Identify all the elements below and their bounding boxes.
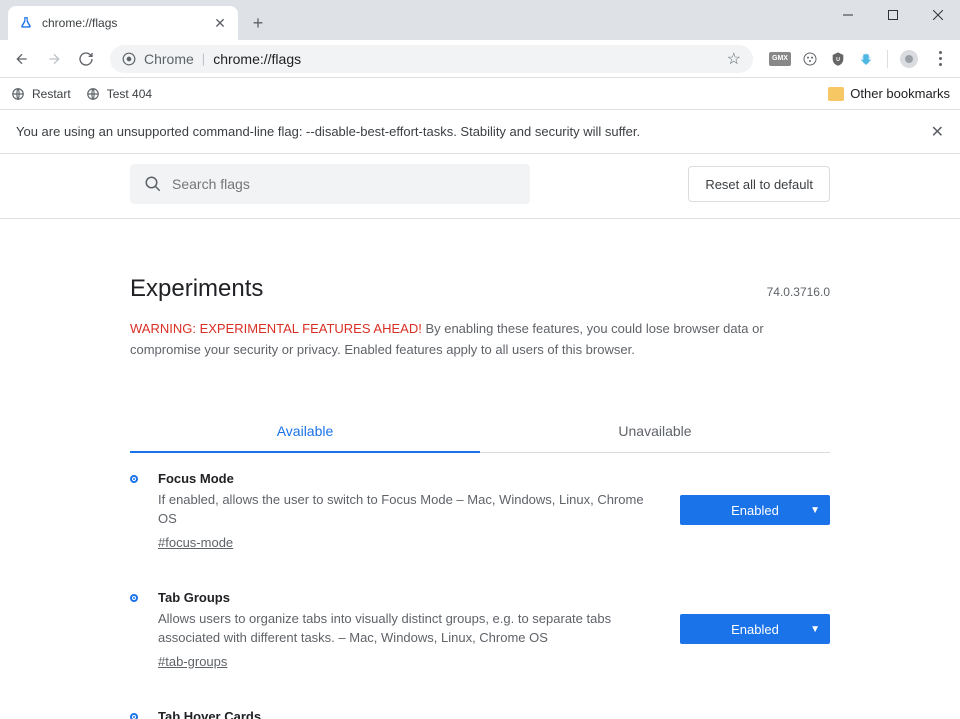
experiments-warning: WARNING: EXPERIMENTAL FEATURES AHEAD! By… [130, 319, 830, 361]
profile-avatar[interactable] [900, 50, 918, 68]
flag-row: Focus Mode If enabled, allows the user to… [130, 453, 830, 550]
page-viewport[interactable]: Reset all to default Experiments 74.0.37… [0, 154, 960, 719]
chrome-version: 74.0.3716.0 [767, 285, 830, 299]
warning-prefix: WARNING: EXPERIMENTAL FEATURES AHEAD! [130, 321, 422, 336]
back-button[interactable] [8, 45, 36, 73]
flag-title: Tab Groups [158, 590, 660, 605]
flag-state-select[interactable]: Enabled▼ [680, 614, 830, 644]
maximize-button[interactable] [870, 0, 915, 30]
chevron-down-icon: ▼ [810, 505, 820, 516]
flag-hash-link[interactable]: #focus-mode [158, 535, 233, 550]
close-tab-icon[interactable]: ✕ [212, 15, 228, 31]
flags-list: Focus Mode If enabled, allows the user to… [130, 453, 830, 719]
infobar-message: You are using an unsupported command-lin… [16, 124, 640, 139]
flag-modified-icon [130, 594, 138, 602]
search-flags-box[interactable] [130, 164, 530, 204]
minimize-button[interactable] [825, 0, 870, 30]
flag-state-select[interactable]: Enabled▼ [680, 495, 830, 525]
flag-row: Tab Hover CardsEnables a popup containin… [130, 691, 830, 719]
tab-available[interactable]: Available [130, 411, 480, 453]
reload-button[interactable] [72, 45, 100, 73]
flag-hash-link[interactable]: #tab-groups [158, 654, 227, 669]
search-icon [144, 175, 162, 193]
other-bookmarks[interactable]: Other bookmarks [828, 86, 950, 101]
flag-row: Tab Groups Allows users to organize tabs … [130, 572, 830, 669]
toolbar-separator [887, 50, 888, 68]
flag-modified-icon [130, 475, 138, 483]
bookmark-star-icon[interactable]: ☆ [727, 49, 741, 69]
window-titlebar: chrome://flags ✕ + [0, 0, 960, 40]
extension-icon-1[interactable]: GMX [769, 52, 791, 66]
bookmark-label: Restart [32, 87, 71, 101]
extension-icons: GMX U [763, 50, 924, 68]
chrome-icon [122, 52, 136, 66]
browser-toolbar: Chrome | chrome://flags ☆ GMX U [0, 40, 960, 78]
chevron-down-icon: ▼ [810, 624, 820, 635]
forward-button[interactable] [40, 45, 68, 73]
page-heading-row: Experiments 74.0.3716.0 [130, 275, 830, 303]
globe-icon [10, 86, 26, 102]
warning-infobar: You are using an unsupported command-lin… [0, 110, 960, 154]
bookmarks-bar: Restart Test 404 Other bookmarks [0, 78, 960, 110]
extension-icon-4[interactable] [857, 50, 875, 68]
bookmark-label: Test 404 [107, 87, 152, 101]
close-window-button[interactable] [915, 0, 960, 30]
other-bookmarks-label: Other bookmarks [850, 86, 950, 101]
address-url: chrome://flags [213, 51, 301, 67]
svg-text:U: U [836, 57, 840, 63]
flag-title: Focus Mode [158, 471, 660, 486]
folder-icon [828, 87, 844, 101]
flag-description: If enabled, allows the user to switch to… [158, 490, 660, 529]
bookmark-test404[interactable]: Test 404 [85, 86, 152, 102]
flag-description: Allows users to organize tabs into visua… [158, 609, 660, 648]
page-title: Experiments [130, 275, 263, 303]
tab-unavailable[interactable]: Unavailable [480, 411, 830, 452]
flask-icon [18, 15, 34, 31]
flag-modified-icon [130, 713, 138, 719]
chrome-menu-button[interactable] [928, 51, 952, 66]
search-reset-row: Reset all to default [130, 160, 830, 218]
address-separator: | [202, 51, 205, 66]
flag-title: Tab Hover Cards [158, 709, 660, 719]
extension-icon-3[interactable]: U [829, 50, 847, 68]
address-label: Chrome [144, 51, 194, 67]
extension-icon-2[interactable] [801, 50, 819, 68]
bookmark-restart[interactable]: Restart [10, 86, 71, 102]
new-tab-button[interactable]: + [244, 9, 272, 37]
infobar-close-icon[interactable]: ✕ [931, 122, 944, 142]
divider [0, 218, 960, 219]
flags-tabs: Available Unavailable [130, 411, 830, 453]
address-bar[interactable]: Chrome | chrome://flags ☆ [110, 45, 753, 73]
search-flags-input[interactable] [172, 176, 516, 192]
reset-all-button[interactable]: Reset all to default [688, 166, 830, 202]
browser-tab[interactable]: chrome://flags ✕ [8, 6, 238, 40]
globe-icon [85, 86, 101, 102]
tab-title: chrome://flags [42, 16, 212, 30]
window-controls [825, 0, 960, 30]
